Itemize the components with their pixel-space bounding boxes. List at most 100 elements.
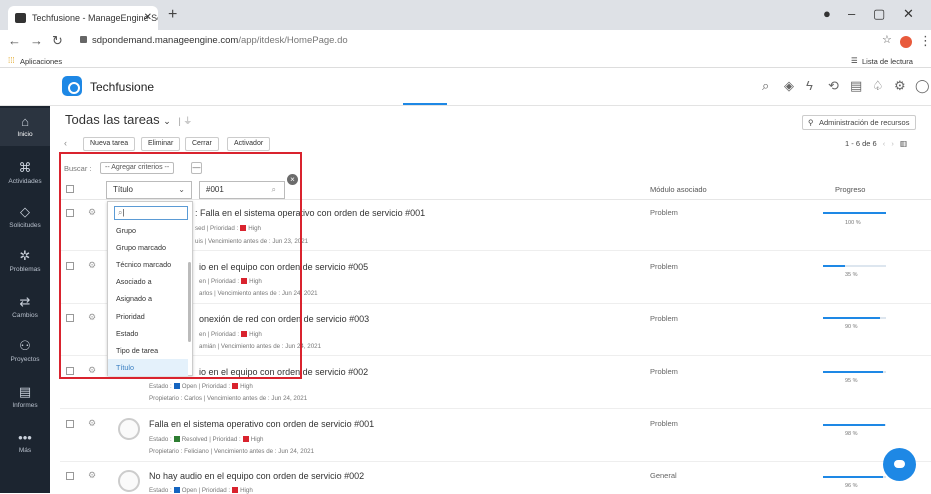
url-field[interactable]: sdpondemand.manageengine.com/app/itdesk/… [80, 35, 348, 46]
bookmarks-bar: ⁞⁞⁞ Aplicaciones ☰ Lista de lectura [0, 54, 931, 68]
gear-icon[interactable]: ⚙ [894, 78, 906, 94]
chat-button[interactable] [883, 448, 916, 481]
star-icon[interactable]: ☆ [882, 33, 892, 46]
browser-tab-title: Techfusione - ManageEngine Ser [32, 13, 158, 23]
task-title[interactable]: No hay audio en el equipo con orden de s… [149, 471, 364, 481]
nav-item-cambios[interactable]: ⇄ Cambios [0, 294, 50, 319]
status-square-icon [173, 436, 180, 442]
collapse-icon[interactable]: ‹ [64, 138, 67, 148]
nav-item-actividades[interactable]: ⌘ Actividades [0, 160, 50, 185]
active-tab-underline [403, 103, 447, 105]
forward-icon[interactable]: → [30, 33, 43, 48]
page-title[interactable]: Todas las tareas ⌄ | ⏚ [65, 112, 192, 127]
chevron-down-icon[interactable]: ⌄ [163, 116, 171, 126]
brand-name: Techfusione [90, 80, 155, 94]
module-value: Problem [650, 419, 678, 428]
row-checkbox[interactable] [66, 472, 74, 480]
row-checkbox[interactable] [66, 420, 74, 428]
browser-tab-strip: Techfusione - ManageEngine Ser ✕ + ● – ▢… [0, 0, 931, 30]
next-page-icon[interactable]: › [891, 139, 894, 148]
progress-fill [823, 317, 880, 319]
history-icon[interactable]: ⟲ [828, 78, 839, 94]
close-button[interactable]: Cerrar [185, 137, 219, 151]
progress-bar [823, 476, 886, 478]
menu-icon[interactable]: ⋮ [919, 33, 931, 49]
progress-fill [823, 476, 884, 478]
user-avatar-icon[interactable]: ◯ [915, 78, 930, 94]
module-value: Problem [650, 262, 678, 271]
lightning-icon[interactable]: ϟ [806, 78, 813, 93]
minimize-icon[interactable]: – [848, 6, 855, 21]
profile-dot-icon[interactable]: ● [823, 6, 831, 21]
filter-icon[interactable]: | ⏚ [178, 116, 192, 126]
new-task-button[interactable]: Nueva tarea [83, 137, 136, 151]
home-icon: ⌂ [21, 114, 29, 129]
problems-icon: ✲ [19, 248, 31, 263]
pager: 1 - 6 de 6 ‹ › ▥ [845, 139, 907, 148]
task-owner-line: Propietario : Feliciano | Vencimiento an… [149, 448, 315, 455]
delete-button[interactable]: Eliminar [141, 137, 181, 151]
nav-item-mas[interactable]: ••• Más [0, 430, 50, 454]
due-value: Jun 24, 2021 [271, 395, 308, 402]
column-module[interactable]: Módulo asociado [650, 185, 707, 194]
apps-grid-icon[interactable]: ⁞⁞⁞ [8, 56, 15, 65]
more-icon: ••• [18, 430, 32, 445]
close-window-icon[interactable]: ✕ [903, 6, 914, 22]
owner-value: Carlos [184, 395, 202, 402]
nav-label: Proyectos [10, 356, 40, 363]
trigger-button[interactable]: Activador [227, 137, 271, 151]
tag-icon[interactable]: ◈ [784, 78, 794, 94]
task-title[interactable]: Falla en el sistema operativo con orden … [149, 419, 374, 429]
status-square-icon [173, 383, 180, 389]
status-value: Open [181, 383, 197, 390]
nav-label: Más [18, 447, 32, 454]
avatar-icon[interactable] [900, 36, 912, 48]
reading-list[interactable]: Lista de lectura [862, 57, 913, 66]
changes-icon: ⇄ [19, 294, 31, 309]
browser-tab[interactable]: Techfusione - ManageEngine Ser ✕ [8, 6, 158, 30]
gear-icon[interactable]: ⚙ [88, 418, 96, 429]
apps-bookmark[interactable]: Aplicaciones [20, 57, 62, 66]
nav-item-problemas[interactable]: ✲ Problemas [0, 248, 50, 273]
task-status-line: Estado : Resolved | Prioridad : High [149, 436, 264, 443]
nav-label: Cambios [12, 312, 38, 319]
columns-icon[interactable]: ▥ [900, 139, 907, 148]
status-label: Estado : [149, 383, 172, 390]
nav-label: Problemas [9, 266, 41, 273]
search-icon[interactable]: ⌕ [762, 78, 769, 94]
requests-icon: ◇ [20, 204, 30, 219]
pager-text: 1 - 6 de 6 [845, 139, 877, 148]
gear-icon[interactable]: ⚙ [88, 470, 96, 481]
maximize-icon[interactable]: ▢ [873, 6, 885, 22]
progress-bar [823, 212, 886, 214]
task-status-line: Estado : Open | Prioridad : High [149, 383, 253, 390]
progress-bar [823, 317, 886, 319]
bell-icon[interactable]: ♤ [872, 78, 884, 94]
nav-item-inicio[interactable]: ⌂ Inicio [0, 108, 50, 146]
reading-list-icon[interactable]: ☰ [851, 56, 858, 65]
nav-label: Informes [12, 402, 38, 409]
owner-value: Feliciano [184, 448, 209, 455]
progress-bar [823, 265, 886, 267]
due-label: Vencimiento antes de : [213, 448, 277, 455]
nav-item-informes[interactable]: ▤ Informes [0, 384, 50, 409]
notes-icon[interactable]: ▤ [850, 78, 862, 94]
module-value: Problem [650, 367, 678, 376]
module-value: Problem [650, 208, 678, 217]
nav-item-solicitudes[interactable]: ◇ Solicitudes [0, 204, 50, 229]
status-label: Estado : [149, 436, 172, 443]
new-tab-icon[interactable]: + [168, 6, 177, 24]
progress-fill [823, 212, 886, 214]
close-tab-icon[interactable]: ✕ [144, 6, 152, 30]
progress-bar [823, 424, 886, 426]
resource-admin-button[interactable]: ⚲ Administración de recursos [802, 115, 917, 130]
reload-icon[interactable]: ↻ [52, 33, 63, 49]
prev-page-icon[interactable]: ‹ [883, 139, 886, 148]
due-value: Jun 24, 2021 [278, 448, 315, 455]
nav-label: Inicio [17, 131, 33, 138]
back-icon[interactable]: ← [8, 33, 21, 48]
column-progress[interactable]: Progreso [835, 185, 865, 194]
left-navigation: ⁙ ⌂Inicio ⌘Actividades ◇Solicitudes ✲Pro… [0, 68, 50, 493]
progress-label: 35 % [845, 272, 858, 278]
nav-item-proyectos[interactable]: ⚇ Proyectos [0, 338, 50, 363]
